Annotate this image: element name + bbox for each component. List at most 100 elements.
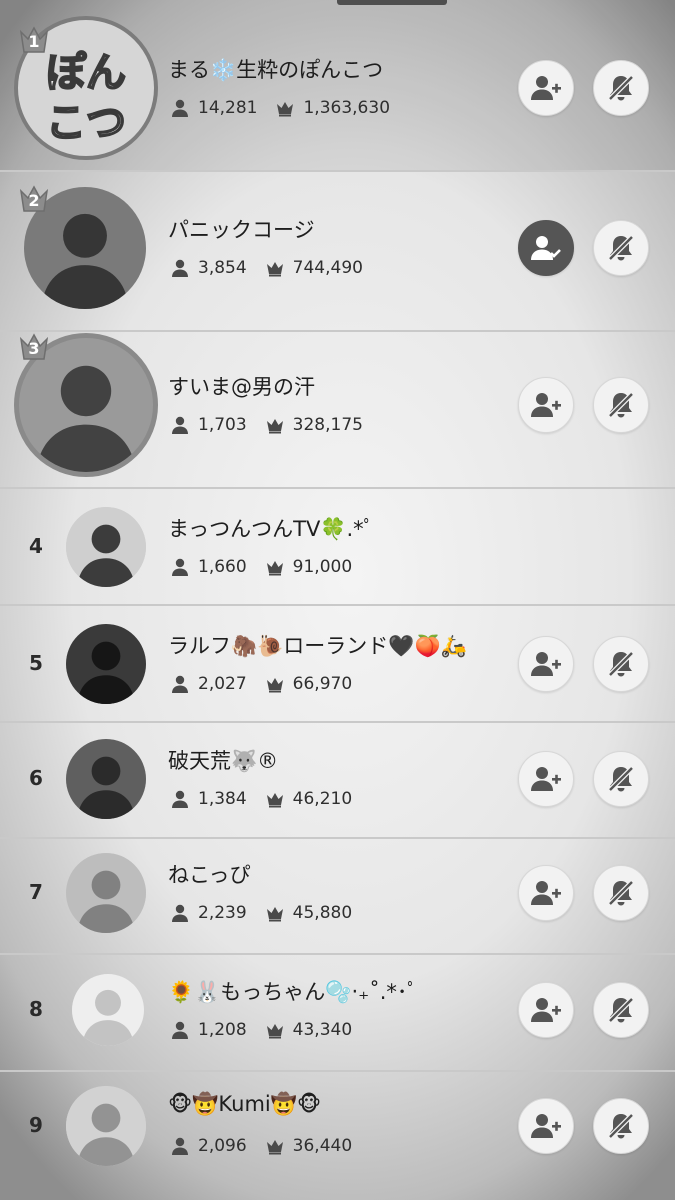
point-count: 1,363,630 — [303, 98, 391, 118]
rank-number: 6 — [29, 766, 43, 790]
point-count: 744,490 — [292, 258, 363, 278]
user-name[interactable]: まっつんつんTV🍀.*ﾟ — [168, 513, 374, 543]
avatar[interactable] — [66, 507, 146, 587]
bell-off-icon — [605, 763, 637, 795]
crown-icon — [275, 98, 295, 118]
user-stats: 2,096 36,440 — [170, 1134, 352, 1158]
follow-button[interactable] — [518, 982, 574, 1038]
ranking-screen: ぽん こつ 1 まる❄️生粋のぽんこつ 14,281 1,363,630 2 パニックコージ… — [0, 0, 675, 1200]
follow-button[interactable] — [518, 1098, 574, 1154]
person-icon — [170, 98, 190, 118]
bell-off-icon — [605, 1110, 637, 1142]
notification-toggle-button[interactable] — [593, 220, 649, 276]
avatar[interactable] — [66, 624, 146, 704]
bell-off-icon — [605, 389, 637, 421]
user-name[interactable]: パニックコージ — [168, 214, 315, 244]
notification-toggle-button[interactable] — [593, 865, 649, 921]
rank-number: 9 — [29, 1113, 43, 1137]
notification-toggle-button[interactable] — [593, 636, 649, 692]
avatar[interactable] — [66, 853, 146, 933]
notification-toggle-button[interactable] — [593, 751, 649, 807]
rank-number: 7 — [29, 880, 43, 904]
user-name[interactable]: 🐵🤠Kumi🤠🐵 — [168, 1092, 321, 1117]
ranking-row[interactable]: ぽん こつ 1 まる❄️生粋のぽんこつ 14,281 1,363,630 — [0, 0, 675, 172]
user-stats: 2,027 66,970 — [170, 672, 352, 696]
bell-off-icon — [605, 648, 637, 680]
add-user-icon — [530, 390, 562, 420]
avatar[interactable] — [66, 739, 146, 819]
follow-button[interactable] — [518, 751, 574, 807]
ranking-row[interactable]: 8 🌻🐰もっちゃん🫧‧₊˚.*･ﾟ 1,208 43,340 — [0, 953, 675, 1072]
ranking-row[interactable]: 9 🐵🤠Kumi🤠🐵 2,096 36,440 — [0, 1070, 675, 1200]
crown-icon — [265, 557, 285, 577]
person-icon — [170, 1020, 190, 1040]
point-count: 45,880 — [292, 903, 353, 923]
user-stats: 14,281 1,363,630 — [170, 96, 390, 120]
listener-count: 1,384 — [198, 789, 247, 809]
user-name[interactable]: ねこっぴ — [168, 859, 251, 889]
user-name[interactable]: ラルフ🦣🐌ローランド🖤🍑🛵 — [168, 630, 467, 660]
ranking-row[interactable]: 3 すいま@男の汗 1,703 328,175 — [0, 330, 675, 489]
ranking-row[interactable]: 4 まっつんつんTV🍀.*ﾟ 1,660 91,000 — [0, 487, 675, 606]
crown-icon — [265, 674, 285, 694]
crown-icon — [265, 258, 285, 278]
person-icon — [170, 674, 190, 694]
user-name[interactable]: すいま@男の汗 — [168, 371, 315, 401]
crown-icon — [265, 1136, 285, 1156]
ranking-row[interactable]: 6 破天荒🐺® 1,384 46,210 — [0, 721, 675, 839]
user-name[interactable]: まる❄️生粋のぽんこつ — [168, 54, 383, 84]
add-user-icon — [530, 73, 562, 103]
rank-number: 4 — [29, 534, 43, 558]
user-name[interactable]: 破天荒🐺® — [168, 745, 278, 775]
avatar[interactable] — [66, 1086, 146, 1166]
add-user-icon — [530, 1111, 562, 1141]
add-user-icon — [530, 995, 562, 1025]
follow-button[interactable] — [518, 636, 574, 692]
listener-count: 2,027 — [198, 674, 247, 694]
ranking-row[interactable]: 7 ねこっぴ 2,239 45,880 — [0, 837, 675, 955]
rank-number: 1 — [28, 32, 40, 51]
listener-count: 1,703 — [198, 415, 247, 435]
notification-toggle-button[interactable] — [593, 1098, 649, 1154]
following-button[interactable] — [518, 220, 574, 276]
follow-button[interactable] — [518, 865, 574, 921]
user-check-icon — [530, 233, 562, 263]
listener-count: 1,208 — [198, 1020, 247, 1040]
crown-badge-icon: 2 — [18, 181, 56, 215]
notification-toggle-button[interactable] — [593, 60, 649, 116]
ranking-row[interactable]: 5 ラルフ🦣🐌ローランド🖤🍑🛵 2,027 66,970 — [0, 604, 675, 723]
avatar[interactable] — [72, 974, 144, 1046]
ranking-row[interactable]: 2 パニックコージ 3,854 744,490 — [0, 170, 675, 332]
user-stats: 1,208 43,340 — [170, 1018, 352, 1042]
rank-number: 5 — [29, 651, 43, 675]
person-icon — [170, 258, 190, 278]
point-count: 66,970 — [292, 674, 353, 694]
rank-number: 2 — [28, 191, 40, 210]
follow-button[interactable] — [518, 377, 574, 433]
person-icon — [170, 903, 190, 923]
follow-button[interactable] — [518, 60, 574, 116]
add-user-icon — [530, 764, 562, 794]
listener-count: 1,660 — [198, 557, 247, 577]
notification-toggle-button[interactable] — [593, 982, 649, 1038]
user-stats: 1,384 46,210 — [170, 787, 352, 811]
bell-off-icon — [605, 877, 637, 909]
user-stats: 2,239 45,880 — [170, 901, 352, 925]
crown-badge-icon: 1 — [18, 22, 56, 56]
person-icon — [170, 557, 190, 577]
listener-count: 3,854 — [198, 258, 247, 278]
crown-icon — [265, 415, 285, 435]
listener-count: 14,281 — [198, 98, 258, 118]
add-user-icon — [530, 649, 562, 679]
crown-badge-icon: 3 — [18, 329, 56, 363]
user-name[interactable]: 🌻🐰もっちゃん🫧‧₊˚.*･ﾟ — [168, 976, 418, 1006]
point-count: 46,210 — [292, 789, 353, 809]
crown-icon — [265, 903, 285, 923]
bell-off-icon — [605, 72, 637, 104]
point-count: 36,440 — [292, 1136, 353, 1156]
add-user-icon — [530, 878, 562, 908]
listener-count: 2,096 — [198, 1136, 247, 1156]
point-count: 91,000 — [292, 557, 353, 577]
rank-number: 8 — [29, 997, 43, 1021]
notification-toggle-button[interactable] — [593, 377, 649, 433]
